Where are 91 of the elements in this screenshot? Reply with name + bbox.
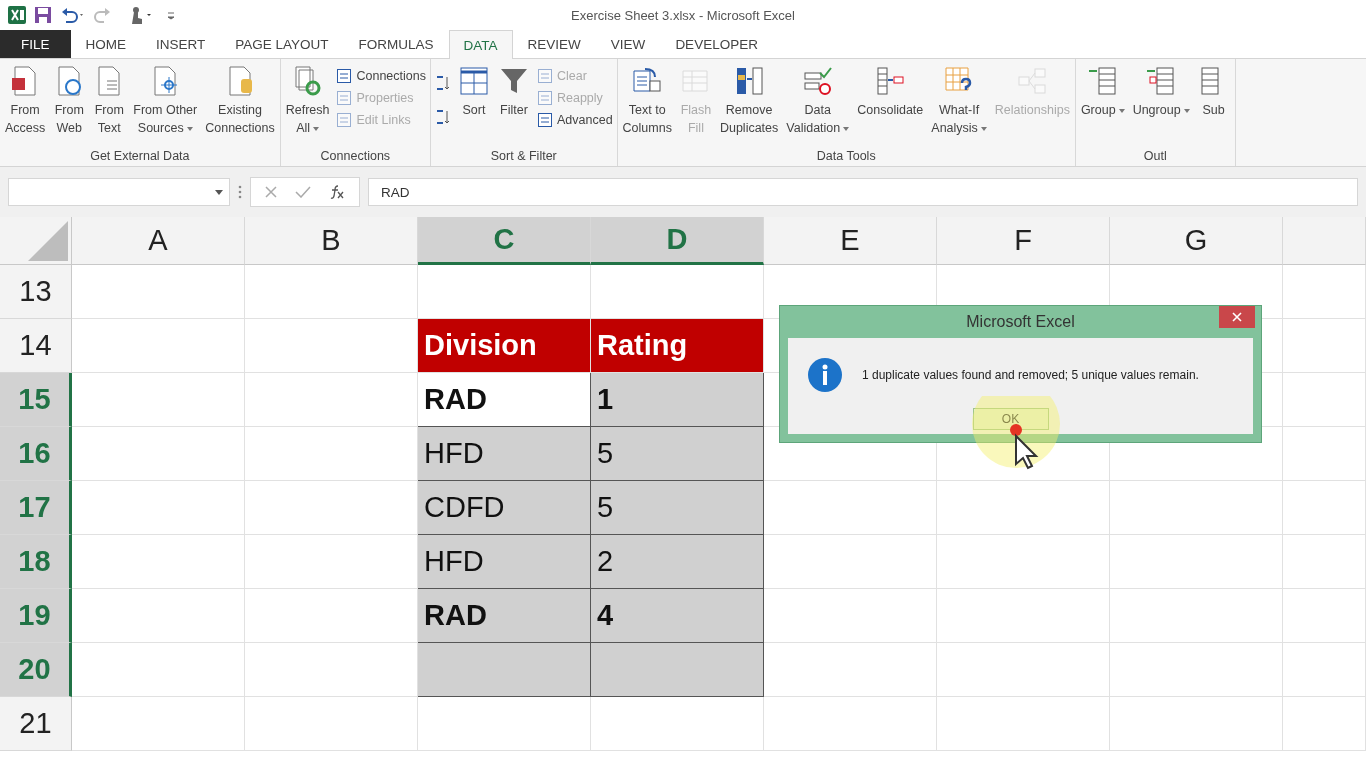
ribbon-tab[interactable]: DATA (448, 30, 513, 59)
list-icon (537, 90, 553, 106)
ribbon-button[interactable]: From Web (50, 61, 89, 149)
ribbon-tab[interactable]: PAGE LAYOUT (220, 30, 344, 58)
row-header[interactable]: 13 (0, 265, 72, 319)
ribbon-tab[interactable]: INSERT (141, 30, 221, 58)
ribbon-button[interactable]: From Text (90, 61, 129, 149)
ribbon-tab[interactable]: REVIEW (512, 30, 596, 58)
table-cell: RAD (418, 373, 591, 427)
table-header-cell: Division (418, 319, 591, 373)
dialog-title: Microsoft Excel (966, 313, 1075, 331)
ribbon-button[interactable]: Advanced (535, 111, 615, 129)
group-label: Outl (1142, 149, 1168, 165)
table-header-cell: Rating (591, 319, 764, 373)
ribbon-button[interactable]: Group (1077, 61, 1128, 149)
table-cell: HFD (418, 535, 591, 589)
ribbon-tab[interactable]: FILE (0, 30, 71, 58)
caret-icon (843, 126, 850, 131)
grip-icon (238, 185, 242, 199)
caret-icon (186, 126, 193, 131)
check-icon[interactable] (295, 186, 311, 198)
undo-icon[interactable] (60, 6, 86, 24)
function-icon[interactable] (329, 185, 345, 199)
ribbon-tab[interactable]: VIEW (595, 30, 661, 58)
column-header[interactable]: E (764, 217, 937, 265)
table-cell: RAD (418, 589, 591, 643)
list-icon (336, 68, 353, 84)
table-icon (1086, 65, 1119, 97)
ribbon-tab[interactable]: DEVELOPER (660, 30, 773, 58)
diagram-icon (1016, 65, 1049, 97)
window-title: Exercise Sheet 3.xlsx - Microsoft Excel (571, 7, 795, 23)
caret-icon (980, 126, 987, 131)
list-icon (336, 90, 353, 106)
ribbon-button[interactable]: Sub (1194, 61, 1233, 149)
list-icon (537, 112, 553, 128)
caret-icon (1118, 108, 1125, 113)
table-cell: 4 (591, 589, 764, 643)
ribbon-button[interactable]: Ungroup (1129, 61, 1193, 149)
group-label: Data Tools (815, 149, 877, 165)
formula-field[interactable]: RAD (368, 178, 1358, 206)
column-header[interactable]: G (1110, 217, 1283, 265)
table-cell: 1 (591, 373, 764, 427)
close-button[interactable] (1219, 306, 1255, 328)
sort-icon (458, 65, 490, 97)
caret-icon (1183, 108, 1190, 113)
row-header[interactable]: 16 (0, 427, 72, 481)
dropdown-icon[interactable] (215, 189, 223, 195)
ribbon-button[interactable]: Filter (495, 61, 533, 149)
row-header[interactable]: 17 (0, 481, 72, 535)
table-cell: 5 (591, 481, 764, 535)
table-cell: HFD (418, 427, 591, 481)
ribbon-button[interactable]: Remove Duplicates (716, 61, 782, 149)
list-icon (336, 112, 353, 128)
row-header[interactable]: 18 (0, 535, 72, 589)
ribbon-button[interactable]: From Access (2, 61, 49, 149)
row-header[interactable]: 20 (0, 643, 72, 697)
ribbon-button[interactable]: What-If Analysis (928, 61, 990, 149)
column-header[interactable]: B (245, 217, 418, 265)
row-header[interactable]: 14 (0, 319, 72, 373)
group-label: Get External Data (89, 149, 191, 165)
row-header[interactable]: 15 (0, 373, 72, 427)
ribbon-button[interactable]: Existing Connections (202, 61, 278, 149)
table-cell: 5 (591, 427, 764, 481)
ribbon-tab[interactable]: FORMULAS (343, 30, 449, 58)
column-header[interactable]: C (418, 217, 591, 265)
caret-icon (313, 126, 320, 131)
ribbon-tab[interactable]: HOME (70, 30, 141, 58)
row-header[interactable]: 19 (0, 589, 72, 643)
info-icon (808, 358, 842, 392)
column-header[interactable]: F (937, 217, 1110, 265)
spreadsheet-logo-icon[interactable] (8, 6, 26, 24)
close-icon (1232, 312, 1242, 322)
list-icon (537, 68, 553, 84)
table-cell: 2 (591, 535, 764, 589)
save-icon[interactable] (34, 6, 52, 24)
row-header[interactable]: 21 (0, 697, 72, 751)
group-label: Sort & Filter (489, 149, 558, 165)
ribbon-button[interactable]: From Other Sources (130, 61, 201, 149)
ribbon-button[interactable]: Data Validation (783, 61, 853, 149)
ribbon-button[interactable]: Text to Columns (619, 61, 675, 149)
table-icon (874, 65, 907, 97)
ribbon-button[interactable]: Refresh All (282, 61, 333, 149)
validation-icon (801, 65, 834, 97)
ribbon-button[interactable]: Consolidate (854, 61, 927, 149)
ribbon-button[interactable]: Connections (334, 67, 428, 85)
dialog-message: 1 duplicate values found and removed; 5 unique values remain. (862, 368, 1199, 382)
table-cell: CDFD (418, 481, 591, 535)
column-header[interactable]: D (591, 217, 764, 265)
group-label: Connections (319, 149, 392, 165)
column-header[interactable]: A (72, 217, 245, 265)
ribbon-button[interactable]: Sort (455, 61, 493, 149)
